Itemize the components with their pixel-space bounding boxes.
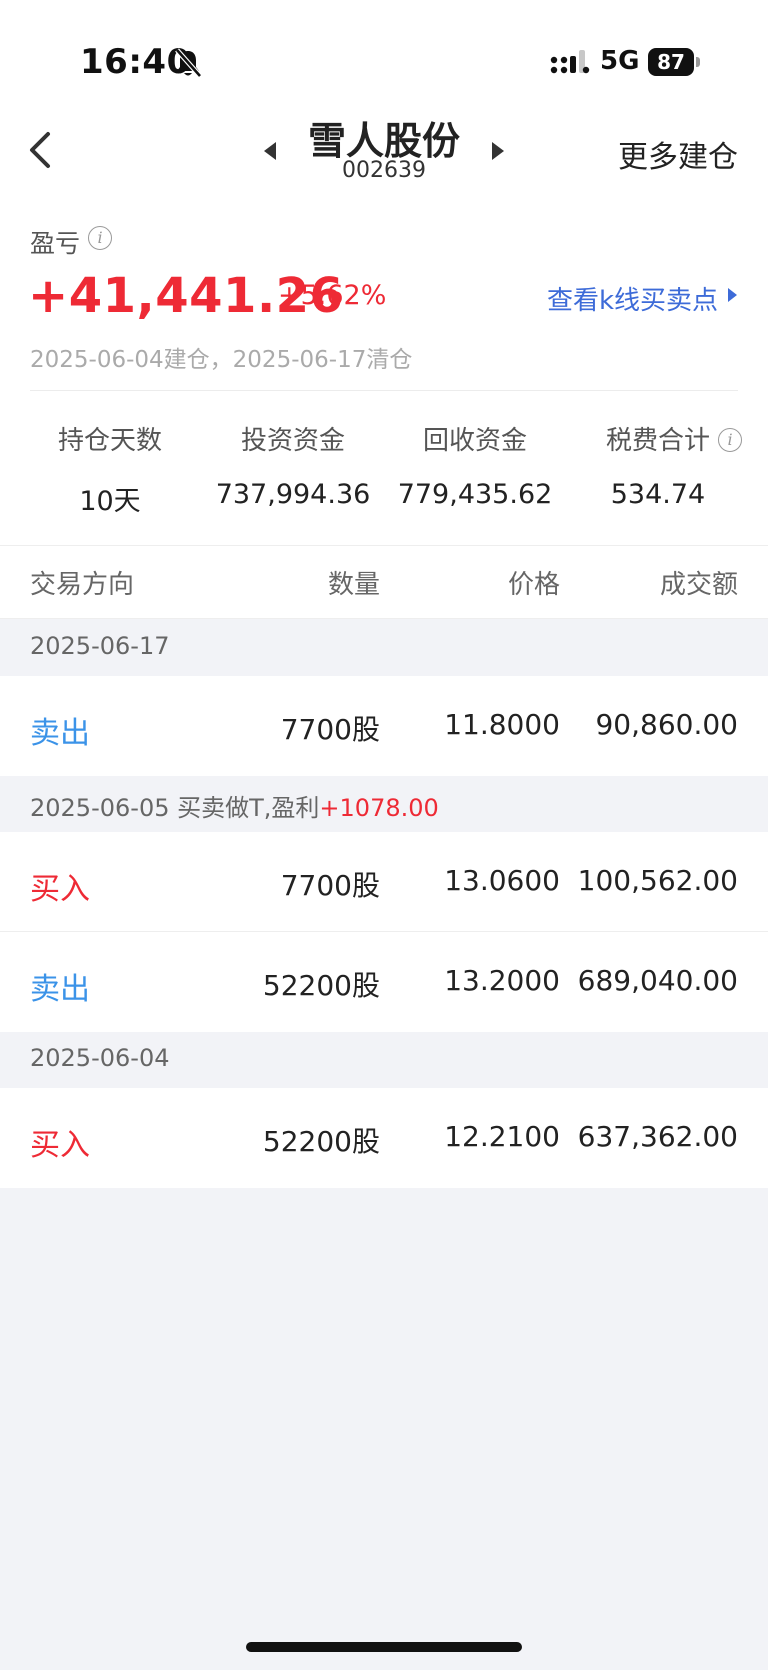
trade-direction: 买入 [30,872,90,907]
network-type: 5G [600,46,640,76]
col-price: 价格 [507,570,560,600]
info-icon[interactable]: i [88,226,112,250]
trades-table-header: 交易方向 数量 价格 成交额 [0,545,768,619]
fees-info-icon[interactable]: i [718,428,742,452]
trade-direction: 买入 [30,1128,90,1163]
trade-quantity: 7700股 [280,869,380,902]
trade-row[interactable]: 卖出 52200股 13.2000 689,040.00 [0,932,768,1032]
stat-invested: 投资资金 737,994.36 [203,420,383,510]
battery-icon: 87 [648,48,700,76]
position-date-range: 2025-06-04建仓，2025-06-17清仓 [30,347,413,373]
pl-summary: 盈亏 i +41,441.26 +5.62% 查看k线买卖点 2025-06-0… [0,210,768,545]
stat-value: 737,994.36 [215,479,371,510]
group-date: 2025-06-05 [30,794,170,822]
trade-quantity: 52200股 [262,1125,380,1158]
more-positions-button[interactable]: 更多建仓 [618,132,738,176]
group-date: 2025-06-04 [30,1044,170,1072]
trade-date-group: 2025-06-04 [0,1032,768,1088]
status-bar: 16:40 5G 87 [0,0,768,100]
trade-price: 11.8000 [444,708,560,741]
trade-date-group: 2025-06-17 [0,620,768,676]
stat-label: 持仓天数 [57,426,162,456]
stock-name: 雪人股份 [307,119,460,163]
trade-date-group: 2025-06-05 买卖做T,盈利+1078.00 [0,776,768,832]
col-direction: 交易方向 [30,570,135,600]
group-header: 2025-06-05 买卖做T,盈利+1078.00 [30,788,439,823]
trade-quantity: 52200股 [262,969,380,1002]
battery-cap [696,57,700,67]
screen: 16:40 5G 87 雪人股份 002639 更多建仓 盈亏 i +41,44… [0,0,768,1670]
trade-price: 13.2000 [444,964,560,997]
home-indicator[interactable] [246,1642,522,1652]
prev-stock-icon[interactable] [262,140,278,162]
trade-amount: 90,860.00 [595,708,738,741]
trade-quantity: 7700股 [280,713,380,746]
trade-price: 12.2100 [444,1120,560,1153]
col-amount: 成交额 [659,570,738,600]
back-icon[interactable] [26,128,56,172]
kline-points-link[interactable]: 查看k线买卖点 [547,280,718,317]
trade-row[interactable]: 买入 52200股 12.2100 637,362.00 [0,1088,768,1188]
trade-row[interactable]: 卖出 7700股 11.8000 90,860.00 [0,676,768,776]
group-header: 2025-06-17 [30,632,169,660]
trade-amount: 689,040.00 [577,964,738,997]
group-date: 2025-06-17 [30,632,170,660]
stat-recovered: 回收资金 779,435.62 [385,420,565,510]
trade-row[interactable]: 买入 7700股 13.0600 100,562.00 [0,832,768,932]
battery-level: 87 [648,48,694,76]
trade-price: 13.0600 [444,864,560,897]
trade-amount: 100,562.00 [577,864,738,897]
stat-label: 回收资金 [422,426,527,456]
stock-code: 002639 [342,158,426,183]
stat-value: 534.74 [610,479,706,510]
group-header: 2025-06-04 [30,1044,169,1072]
col-quantity: 数量 [327,570,380,600]
trade-amount: 637,362.00 [577,1120,738,1153]
caret-right-icon[interactable] [726,286,738,304]
pl-percent: +5.62% [278,280,387,311]
trade-direction: 卖出 [30,972,90,1007]
next-stock-icon[interactable] [490,140,506,162]
bell-muted-icon [175,48,202,78]
stat-value: 779,435.62 [397,479,553,510]
nav-bar: 雪人股份 002639 更多建仓 [0,100,768,210]
pl-label: 盈亏 [30,229,81,258]
group-profit: +1078.00 [319,794,439,822]
stat-label: 投资资金 [240,426,345,456]
group-note: 买卖做T,盈利 [177,794,320,822]
stat-value: 10天 [79,486,141,517]
signal-icon [550,50,590,74]
trade-direction: 卖出 [30,716,90,751]
stat-holding-days: 持仓天数 10天 [20,420,200,518]
divider [30,390,738,391]
